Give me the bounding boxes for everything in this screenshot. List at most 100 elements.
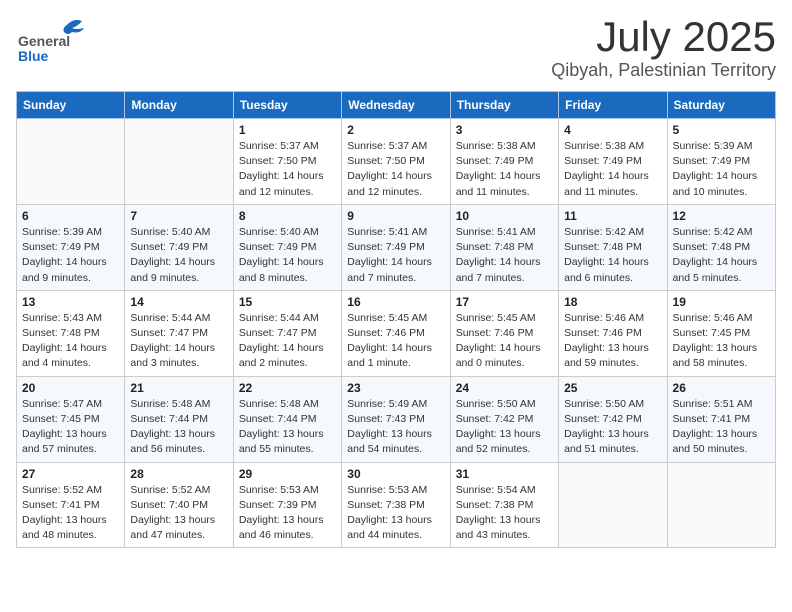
calendar-cell: 11 Sunrise: 5:42 AM Sunset: 7:48 PM Dayli… (559, 204, 667, 290)
calendar-cell: 31 Sunrise: 5:54 AM Sunset: 7:38 PM Dayli… (450, 462, 558, 548)
location: Qibyah, Palestinian Territory (551, 60, 776, 81)
day-number: 29 (239, 467, 336, 481)
day-number: 30 (347, 467, 444, 481)
calendar-table: SundayMondayTuesdayWednesdayThursdayFrid… (16, 91, 776, 548)
day-info: Sunrise: 5:42 AM Sunset: 7:48 PM Dayligh… (564, 225, 661, 286)
calendar-cell: 16 Sunrise: 5:45 AM Sunset: 7:46 PM Dayli… (342, 290, 450, 376)
day-number: 14 (130, 295, 227, 309)
calendar-cell: 6 Sunrise: 5:39 AM Sunset: 7:49 PM Daylig… (17, 204, 125, 290)
calendar-cell: 30 Sunrise: 5:53 AM Sunset: 7:38 PM Dayli… (342, 462, 450, 548)
day-info: Sunrise: 5:39 AM Sunset: 7:49 PM Dayligh… (673, 139, 770, 200)
calendar-cell: 22 Sunrise: 5:48 AM Sunset: 7:44 PM Dayli… (233, 376, 341, 462)
day-info: Sunrise: 5:37 AM Sunset: 7:50 PM Dayligh… (347, 139, 444, 200)
calendar-cell: 3Sunrise: 5:38 AM Sunset: 7:49 PM Daylig… (450, 119, 558, 205)
calendar-cell (125, 119, 233, 205)
day-info: Sunrise: 5:45 AM Sunset: 7:46 PM Dayligh… (347, 311, 444, 372)
calendar-cell: 13Sunrise: 5:43 AM Sunset: 7:48 PM Dayli… (17, 290, 125, 376)
calendar-cell: 18 Sunrise: 5:46 AM Sunset: 7:46 PM Dayli… (559, 290, 667, 376)
calendar-week-row: 6 Sunrise: 5:39 AM Sunset: 7:49 PM Daylig… (17, 204, 776, 290)
calendar-cell (17, 119, 125, 205)
day-info: Sunrise: 5:38 AM Sunset: 7:49 PM Dayligh… (564, 139, 661, 200)
day-info: Sunrise: 5:39 AM Sunset: 7:49 PM Dayligh… (22, 225, 119, 286)
day-number: 27 (22, 467, 119, 481)
day-info: Sunrise: 5:53 AM Sunset: 7:39 PM Dayligh… (239, 483, 336, 544)
calendar-week-row: 27 Sunrise: 5:52 AM Sunset: 7:41 PM Dayli… (17, 462, 776, 548)
day-number: 23 (347, 381, 444, 395)
day-info: Sunrise: 5:48 AM Sunset: 7:44 PM Dayligh… (239, 397, 336, 458)
day-number: 21 (130, 381, 227, 395)
page-header: General Blue July 2025 Qibyah, Palestini… (16, 16, 776, 81)
calendar-cell: 25 Sunrise: 5:50 AM Sunset: 7:42 PM Dayli… (559, 376, 667, 462)
calendar-cell: 2 Sunrise: 5:37 AM Sunset: 7:50 PM Daylig… (342, 119, 450, 205)
calendar-day-header: Saturday (667, 92, 775, 119)
day-number: 2 (347, 123, 444, 137)
calendar-cell: 27 Sunrise: 5:52 AM Sunset: 7:41 PM Dayli… (17, 462, 125, 548)
day-number: 18 (564, 295, 661, 309)
calendar-cell: 15Sunrise: 5:44 AM Sunset: 7:47 PM Dayli… (233, 290, 341, 376)
calendar-cell: 9 Sunrise: 5:41 AM Sunset: 7:49 PM Daylig… (342, 204, 450, 290)
day-number: 19 (673, 295, 770, 309)
day-number: 13 (22, 295, 119, 309)
day-number: 11 (564, 209, 661, 223)
day-number: 10 (456, 209, 553, 223)
day-number: 25 (564, 381, 661, 395)
calendar-cell: 17 Sunrise: 5:45 AM Sunset: 7:46 PM Dayli… (450, 290, 558, 376)
calendar-day-header: Thursday (450, 92, 558, 119)
day-number: 22 (239, 381, 336, 395)
calendar-body: 1 Sunrise: 5:37 AM Sunset: 7:50 PM Daylig… (17, 119, 776, 548)
calendar-cell: 1 Sunrise: 5:37 AM Sunset: 7:50 PM Daylig… (233, 119, 341, 205)
day-number: 28 (130, 467, 227, 481)
day-info: Sunrise: 5:40 AM Sunset: 7:49 PM Dayligh… (239, 225, 336, 286)
day-number: 4 (564, 123, 661, 137)
day-info: Sunrise: 5:46 AM Sunset: 7:45 PM Dayligh… (673, 311, 770, 372)
day-number: 31 (456, 467, 553, 481)
day-info: Sunrise: 5:41 AM Sunset: 7:48 PM Dayligh… (456, 225, 553, 286)
logo: General Blue (16, 16, 101, 64)
calendar-cell: 26Sunrise: 5:51 AM Sunset: 7:41 PM Dayli… (667, 376, 775, 462)
calendar-cell: 14Sunrise: 5:44 AM Sunset: 7:47 PM Dayli… (125, 290, 233, 376)
day-number: 9 (347, 209, 444, 223)
day-info: Sunrise: 5:47 AM Sunset: 7:45 PM Dayligh… (22, 397, 119, 458)
title-block: July 2025 Qibyah, Palestinian Territory (551, 16, 776, 81)
calendar-cell: 29 Sunrise: 5:53 AM Sunset: 7:39 PM Dayli… (233, 462, 341, 548)
calendar-cell: 5Sunrise: 5:39 AM Sunset: 7:49 PM Daylig… (667, 119, 775, 205)
calendar-cell: 24Sunrise: 5:50 AM Sunset: 7:42 PM Dayli… (450, 376, 558, 462)
calendar-week-row: 20Sunrise: 5:47 AM Sunset: 7:45 PM Dayli… (17, 376, 776, 462)
day-info: Sunrise: 5:52 AM Sunset: 7:40 PM Dayligh… (130, 483, 227, 544)
day-info: Sunrise: 5:37 AM Sunset: 7:50 PM Dayligh… (239, 139, 336, 200)
calendar-cell: 10 Sunrise: 5:41 AM Sunset: 7:48 PM Dayli… (450, 204, 558, 290)
day-info: Sunrise: 5:48 AM Sunset: 7:44 PM Dayligh… (130, 397, 227, 458)
day-number: 7 (130, 209, 227, 223)
svg-text:General: General (18, 33, 70, 49)
day-info: Sunrise: 5:46 AM Sunset: 7:46 PM Dayligh… (564, 311, 661, 372)
day-number: 17 (456, 295, 553, 309)
day-number: 3 (456, 123, 553, 137)
day-number: 16 (347, 295, 444, 309)
day-number: 15 (239, 295, 336, 309)
day-number: 1 (239, 123, 336, 137)
day-info: Sunrise: 5:53 AM Sunset: 7:38 PM Dayligh… (347, 483, 444, 544)
calendar-cell: 23Sunrise: 5:49 AM Sunset: 7:43 PM Dayli… (342, 376, 450, 462)
calendar-day-header: Wednesday (342, 92, 450, 119)
calendar-cell: 12Sunrise: 5:42 AM Sunset: 7:48 PM Dayli… (667, 204, 775, 290)
svg-text:Blue: Blue (18, 48, 49, 64)
calendar-header-row: SundayMondayTuesdayWednesdayThursdayFrid… (17, 92, 776, 119)
day-number: 6 (22, 209, 119, 223)
day-info: Sunrise: 5:54 AM Sunset: 7:38 PM Dayligh… (456, 483, 553, 544)
calendar-cell (667, 462, 775, 548)
day-info: Sunrise: 5:45 AM Sunset: 7:46 PM Dayligh… (456, 311, 553, 372)
calendar-cell: 28 Sunrise: 5:52 AM Sunset: 7:40 PM Dayli… (125, 462, 233, 548)
day-info: Sunrise: 5:50 AM Sunset: 7:42 PM Dayligh… (564, 397, 661, 458)
day-info: Sunrise: 5:40 AM Sunset: 7:49 PM Dayligh… (130, 225, 227, 286)
day-info: Sunrise: 5:51 AM Sunset: 7:41 PM Dayligh… (673, 397, 770, 458)
day-info: Sunrise: 5:42 AM Sunset: 7:48 PM Dayligh… (673, 225, 770, 286)
calendar-day-header: Monday (125, 92, 233, 119)
day-info: Sunrise: 5:41 AM Sunset: 7:49 PM Dayligh… (347, 225, 444, 286)
calendar-day-header: Tuesday (233, 92, 341, 119)
calendar-week-row: 13Sunrise: 5:43 AM Sunset: 7:48 PM Dayli… (17, 290, 776, 376)
calendar-cell: 21 Sunrise: 5:48 AM Sunset: 7:44 PM Dayli… (125, 376, 233, 462)
calendar-week-row: 1 Sunrise: 5:37 AM Sunset: 7:50 PM Daylig… (17, 119, 776, 205)
calendar-cell: 8Sunrise: 5:40 AM Sunset: 7:49 PM Daylig… (233, 204, 341, 290)
month-title: July 2025 (551, 16, 776, 58)
day-info: Sunrise: 5:52 AM Sunset: 7:41 PM Dayligh… (22, 483, 119, 544)
